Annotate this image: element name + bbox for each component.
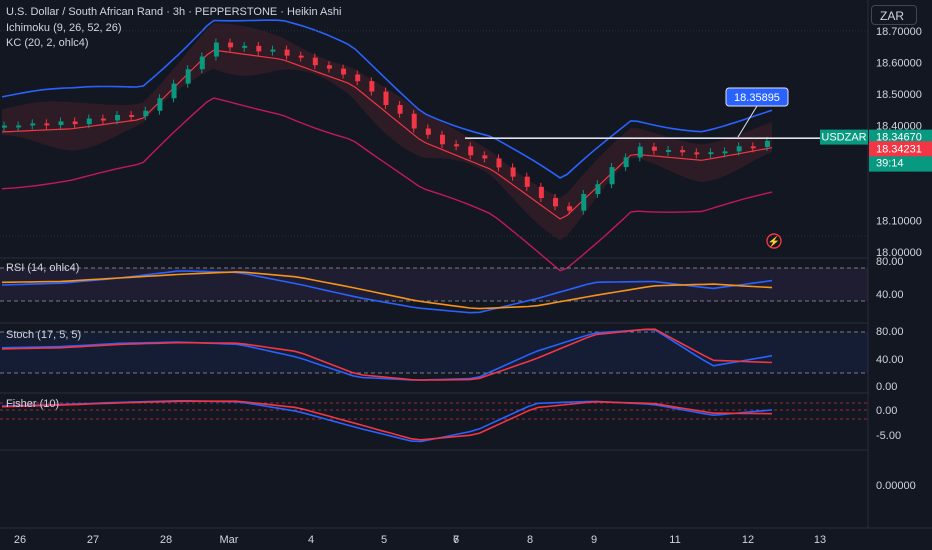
rsi-axis-label: 80.00	[876, 256, 904, 268]
fisher-axis-label: -5.00	[876, 430, 901, 442]
stoch-axis-label: 80.00	[876, 326, 904, 338]
time-axis-label: 26	[14, 534, 26, 546]
candle-body	[553, 198, 559, 207]
candle-body	[369, 81, 375, 92]
candle-body	[228, 42, 234, 48]
candle-body	[750, 146, 756, 149]
candle-body	[764, 140, 770, 147]
kc-legend[interactable]: KC (20, 2, ohlc4)	[6, 37, 89, 49]
candle-body	[242, 45, 248, 48]
candle-body	[468, 146, 474, 156]
candle-body	[341, 68, 347, 75]
stoch-axis-label: 0.00	[876, 381, 897, 393]
candle-body	[157, 98, 163, 111]
candle-body	[439, 134, 445, 145]
rsi-title[interactable]: RSI (14, ohlc4)	[6, 262, 79, 274]
chart-canvas[interactable]: 18.7000018.6000018.5000018.4000018.10000…	[0, 0, 932, 550]
time-axis-label: 28	[160, 534, 172, 546]
candle-body	[680, 149, 686, 153]
candle-body	[651, 146, 657, 151]
time-axis-label: 12	[742, 534, 754, 546]
candle-body	[129, 114, 135, 117]
candle-body	[213, 42, 219, 57]
candle-body	[694, 152, 700, 155]
candle-body	[708, 152, 714, 155]
fisher-title[interactable]: Fisher (10)	[6, 398, 59, 410]
time-axis-label: Mar	[220, 534, 239, 546]
candle-body	[16, 125, 22, 128]
candle-body	[567, 206, 573, 211]
time-axis-label: 13	[814, 534, 826, 546]
time-axis-label: 5	[381, 534, 387, 546]
candle-body	[30, 123, 36, 126]
candle-body	[482, 155, 488, 159]
rsi-axis-label: 40.00	[876, 289, 904, 301]
candle-body	[270, 49, 276, 52]
time-axis-label: 27	[87, 534, 99, 546]
candle-body	[72, 121, 78, 125]
candle-body	[115, 114, 121, 121]
candle-body	[298, 55, 304, 58]
candle-body	[326, 65, 332, 69]
candle-body	[44, 123, 50, 126]
candle-body	[58, 121, 64, 126]
stoch-title[interactable]: Stoch (17, 5, 5)	[6, 329, 81, 341]
candle-body	[355, 74, 361, 82]
stoch-axis-label: 40.00	[876, 354, 904, 366]
candle-body	[524, 176, 530, 187]
candle-body	[510, 167, 516, 177]
candle-body	[171, 83, 177, 99]
ichimoku-legend[interactable]: Ichimoku (9, 26, 52, 26)	[6, 22, 122, 34]
candle-body	[2, 125, 7, 128]
price-tick-label: 18.50000	[876, 89, 922, 101]
candle-body	[538, 186, 544, 199]
price-tick-label: 18.70000	[876, 26, 922, 38]
time-axis-label: 8	[527, 534, 533, 546]
alert-icon-glyph: ⚡	[768, 235, 780, 248]
candle-body	[637, 146, 643, 158]
time-axis-label: 11	[669, 534, 680, 546]
candle-body	[666, 149, 672, 152]
fisher-line	[1, 399, 773, 443]
chart-title: U.S. Dollar / South African Rand · 3h · …	[6, 6, 342, 18]
candle-body	[425, 128, 431, 135]
fisher-trigger-line	[1, 400, 773, 441]
currency-button[interactable]: ZAR	[871, 5, 917, 25]
candle-body	[199, 56, 205, 70]
fisher-axis-label: 0.00	[876, 405, 897, 417]
candle-body	[185, 69, 191, 84]
candle-body	[86, 118, 92, 125]
candle-body	[581, 193, 587, 211]
candle-body	[284, 49, 290, 56]
candle-body	[383, 91, 389, 106]
candle-body	[143, 110, 149, 117]
low-price-label: 18.34231	[876, 143, 922, 155]
candle-body	[736, 146, 742, 152]
empty-pane-axis-label: 0.00000	[876, 480, 916, 492]
time-axis-label: 9	[591, 534, 597, 546]
price-callout: 18.35895	[734, 92, 780, 104]
candle-body	[722, 151, 728, 154]
candle-body	[411, 113, 417, 129]
stoch-band	[0, 332, 868, 373]
time-axis-label: 4	[308, 534, 314, 546]
price-tick-label: 18.10000	[876, 215, 922, 227]
candle-body	[312, 57, 318, 66]
time-axis-label: 7	[453, 534, 459, 546]
candle-body	[454, 144, 460, 147]
candle-body	[496, 158, 502, 168]
countdown-label: 39:14	[876, 158, 904, 170]
price-tick-label: 18.60000	[876, 57, 922, 69]
candle-body	[595, 184, 601, 194]
candle-body	[609, 167, 615, 185]
candle-body	[397, 105, 403, 114]
candle-body	[256, 45, 262, 52]
candle-body	[100, 118, 106, 121]
ichimoku-cloud	[2, 23, 772, 241]
symbol-tag: USDZAR	[821, 132, 866, 144]
candle-body	[623, 157, 629, 168]
